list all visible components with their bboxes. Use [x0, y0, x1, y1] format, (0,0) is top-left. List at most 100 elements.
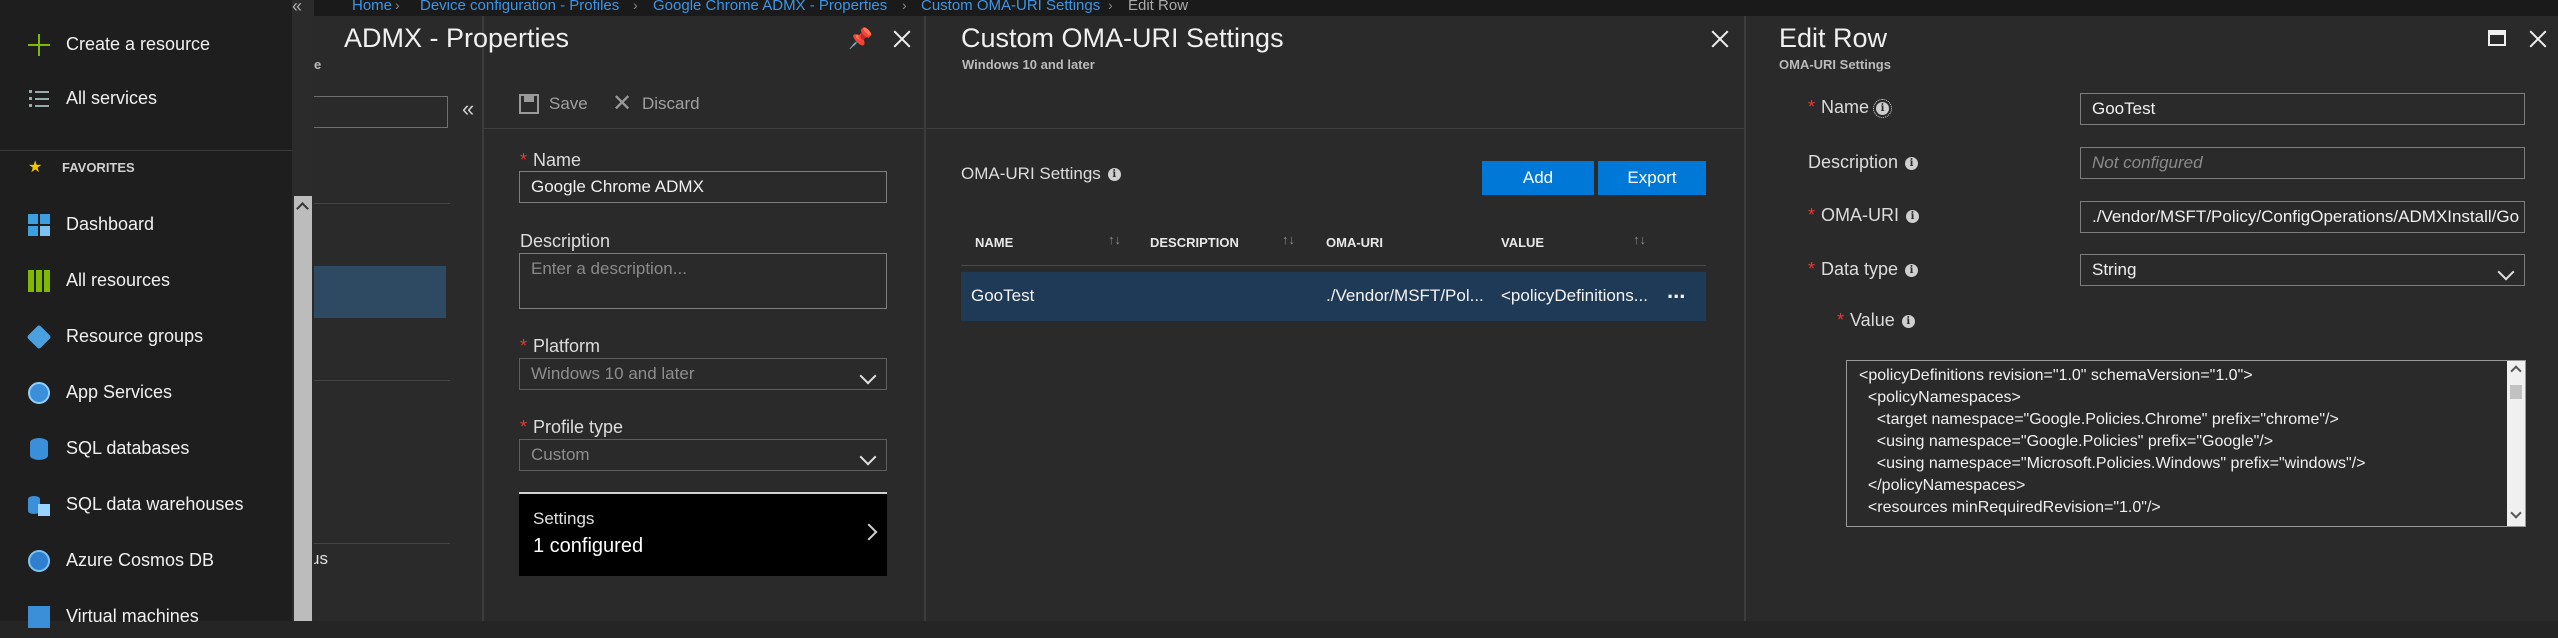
maximize-icon[interactable]	[2488, 30, 2506, 46]
star-icon: ★	[28, 159, 43, 176]
profile-type-label: * Profile type	[520, 417, 624, 437]
search-input[interactable]	[296, 96, 448, 128]
value-line: </policyNamespaces>	[1859, 477, 2026, 494]
create-resource-button[interactable]: Create a resource	[0, 26, 290, 66]
discard-icon: ✕	[612, 90, 633, 117]
row-name: GooTest	[971, 286, 1035, 305]
cube-icon	[26, 324, 52, 350]
chevron-right-icon	[860, 523, 878, 541]
edit-row-subtitle: OMA-URI Settings	[1779, 57, 1891, 72]
list-icon	[29, 90, 51, 108]
breadcrumb-oma-uri[interactable]: Custom OMA-URI Settings	[921, 0, 1100, 14]
pin-icon[interactable]: 📌	[848, 26, 873, 51]
oma-section-label: OMA-URI Settings i	[961, 164, 1121, 184]
nav-dashboard[interactable]: Dashboard	[0, 206, 290, 246]
blade-divider	[924, 16, 926, 621]
nav-all-resources[interactable]: All resources	[0, 262, 290, 302]
blade-divider	[1744, 16, 1746, 621]
name-field[interactable]: Google Chrome ADMX	[519, 171, 887, 203]
value-line: <policyNamespaces>	[1859, 389, 2021, 406]
table-row[interactable]: GooTest ./Vendor/MSFT/Pol... <policyDefi…	[961, 272, 1706, 321]
collapse-menu-icon[interactable]: «	[292, 0, 302, 17]
oma-subtitle: Windows 10 and later	[962, 57, 1095, 72]
description-field[interactable]: Enter a description...	[519, 253, 887, 309]
edit-value-label: * Value i	[1837, 310, 1915, 331]
scroll-up-icon[interactable]	[2510, 365, 2522, 377]
value-line: <target namespace="Google.Policies.Chrom…	[1859, 411, 2339, 428]
nav-resource-groups[interactable]: Resource groups	[0, 318, 290, 358]
info-icon[interactable]: i	[1905, 263, 1919, 277]
collapse-icon[interactable]: «	[462, 96, 474, 122]
value-line: <policyDefinitions revision="1.0" schema…	[1859, 367, 2253, 384]
platform-select[interactable]: Windows 10 and later	[519, 358, 887, 390]
nav-sql-data-warehouses-label: SQL data warehouses	[66, 494, 244, 514]
nav-sql-data-warehouses[interactable]: SQL data warehouses	[0, 486, 290, 526]
row-oma-uri: ./Vendor/MSFT/Pol...	[1326, 286, 1484, 305]
selected-menu-item[interactable]	[300, 266, 446, 318]
edit-oma-uri-field[interactable]: ./Vendor/MSFT/Policy/ConfigOperations/AD…	[2080, 201, 2525, 233]
profile-type-select[interactable]: Custom	[519, 439, 887, 471]
export-button[interactable]: Export	[1598, 161, 1706, 195]
table-divider	[961, 265, 1706, 266]
info-icon[interactable]: i	[1905, 156, 1919, 170]
divider	[300, 380, 450, 381]
previous-blade-peek: « us	[296, 8, 482, 621]
properties-title: ADMX - Properties	[344, 23, 570, 53]
all-services-button[interactable]: All services	[0, 80, 290, 120]
edit-oma-uri-label: * OMA-URI i	[1808, 205, 1920, 226]
textarea-scrollbar[interactable]	[2507, 361, 2525, 526]
settings-tile[interactable]: Settings 1 configured	[519, 492, 887, 576]
data-warehouse-icon	[28, 494, 50, 516]
scrollbar-thumb[interactable]	[2510, 385, 2522, 399]
nav-app-services[interactable]: App Services	[0, 374, 290, 414]
nav-sql-databases[interactable]: SQL databases	[0, 430, 290, 470]
column-header-value[interactable]: VALUE	[1501, 235, 1544, 250]
header-divider	[926, 128, 1744, 129]
nav-all-resources-label: All resources	[66, 270, 171, 290]
sidebar-scrollbar[interactable]	[292, 0, 314, 621]
close-icon[interactable]	[2527, 28, 2549, 50]
close-icon[interactable]	[891, 28, 913, 50]
value-textarea[interactable]: <policyDefinitions revision="1.0" schema…	[1846, 360, 2526, 527]
add-button[interactable]: Add	[1482, 161, 1594, 195]
discard-button[interactable]: ✕ Discard	[612, 92, 722, 118]
create-resource-label: Create a resource	[66, 34, 211, 54]
info-icon[interactable]: i	[1107, 168, 1121, 182]
edit-name-field[interactable]: GooTest	[2080, 93, 2525, 125]
sort-icon[interactable]: ↑↓	[1633, 232, 1646, 247]
divider	[300, 543, 450, 544]
breadcrumb-admx-properties[interactable]: Google Chrome ADMX - Properties	[653, 0, 887, 14]
sort-icon[interactable]: ↑↓	[1108, 232, 1121, 247]
nav-azure-cosmos-db[interactable]: Azure Cosmos DB	[0, 542, 290, 582]
value-line: <resources minRequiredRevision="1.0"/>	[1859, 499, 2161, 516]
nav-azure-cosmos-db-label: Azure Cosmos DB	[66, 550, 215, 570]
column-header-oma-uri[interactable]: OMA-URI	[1326, 235, 1383, 250]
column-header-name[interactable]: NAME	[975, 235, 1013, 250]
close-icon[interactable]	[1709, 28, 1731, 50]
edit-data-type-value: String	[2092, 260, 2137, 279]
settings-value: 1 configured	[533, 535, 644, 557]
toolbar-divider	[484, 128, 924, 129]
sort-icon[interactable]: ↑↓	[1282, 232, 1295, 247]
scrollbar-thumb[interactable]	[294, 196, 312, 621]
properties-subtitle: e	[314, 57, 322, 72]
info-icon[interactable]: i	[1873, 98, 1893, 118]
profile-type-value: Custom	[531, 445, 590, 464]
edit-description-field[interactable]: Not configured	[2080, 147, 2525, 179]
blade-divider	[482, 16, 484, 621]
favorites-header: FAVORITES	[62, 160, 135, 175]
column-header-description[interactable]: DESCRIPTION	[1150, 235, 1239, 250]
description-label: Description	[520, 231, 611, 251]
edit-data-type-select[interactable]: String	[2080, 254, 2525, 286]
chevron-down-icon	[859, 448, 877, 466]
breadcrumb-separator: ›	[902, 0, 907, 13]
value-line: <using namespace="Google.Policies" prefi…	[1859, 433, 2274, 450]
sidebar: « Create a resource All services ★ FAVOR…	[0, 0, 314, 628]
scroll-down-icon[interactable]	[2510, 507, 2522, 519]
more-icon[interactable]: ...	[1667, 278, 1685, 304]
nav-virtual-machines[interactable]: Virtual machines	[0, 598, 290, 638]
breadcrumb-current: Edit Row	[1128, 0, 1189, 14]
info-icon[interactable]: i	[1906, 209, 1920, 223]
grid-icon	[28, 270, 50, 292]
info-icon[interactable]: i	[1901, 314, 1915, 328]
